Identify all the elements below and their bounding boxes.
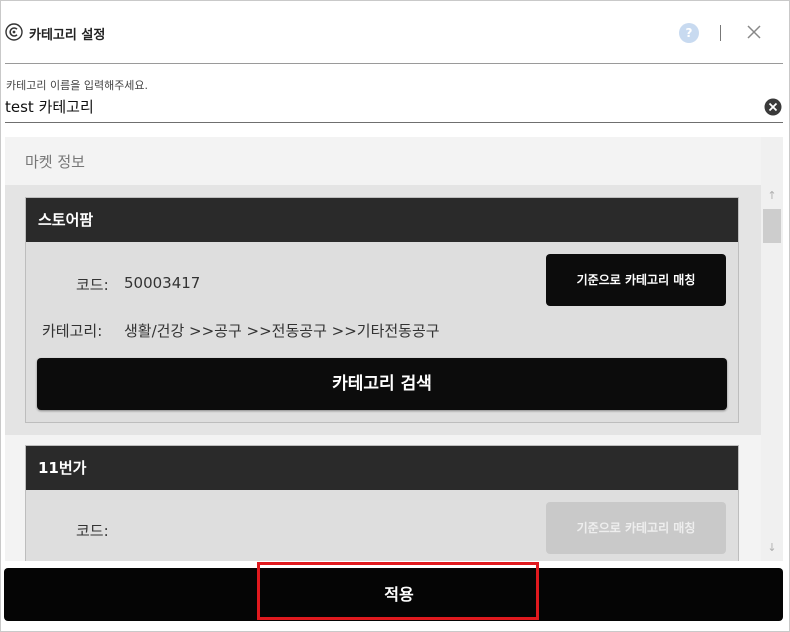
title-bar: 카테고리 설정 ? [1, 1, 789, 63]
category-settings-window: 카테고리 설정 ? 카테고리 이름을 입력해주세요. 마켓 정보 스토어팜 코드… [0, 0, 790, 632]
input-underline [5, 122, 783, 123]
help-icon[interactable]: ? [679, 23, 699, 43]
scroll-down-arrow-icon[interactable]: ↓ [765, 541, 779, 555]
panel-scrollbar[interactable]: ↑ ↓ [761, 137, 783, 561]
category-search-button[interactable]: 카테고리 검색 [37, 358, 727, 410]
code-label: 코드: [76, 522, 109, 540]
market-header: 스토어팜 [26, 198, 738, 242]
category-name-input[interactable] [5, 95, 757, 117]
section-title: 마켓 정보 [25, 153, 85, 171]
window-title: 카테고리 설정 [29, 28, 106, 43]
apply-button[interactable]: 적용 [259, 568, 539, 621]
market-card-storefarm: 스토어팜 코드: 50003417 기준으로 카테고리 매칭 카테고리: 생활/… [25, 197, 739, 423]
app-logo-icon [5, 23, 23, 41]
title-divider [5, 63, 783, 64]
category-name-label: 카테고리 이름을 입력해주세요. [6, 79, 149, 92]
close-icon[interactable] [743, 21, 765, 43]
market-card-11st: 11번가 코드: 기준으로 카테고리 매칭 [25, 445, 739, 561]
market-header: 11번가 [26, 446, 738, 490]
category-label: 카테고리: [42, 322, 103, 340]
title-separator [720, 25, 721, 41]
market-info-panel: 마켓 정보 스토어팜 코드: 50003417 기준으로 카테고리 매칭 카테고… [5, 137, 761, 561]
match-category-button[interactable]: 기준으로 카테고리 매칭 [546, 254, 726, 306]
clear-input-icon[interactable] [764, 98, 782, 116]
category-path: 생활/건강 >>공구 >>전동공구 >>기타전동공구 [124, 322, 440, 340]
scroll-up-arrow-icon[interactable]: ↑ [765, 189, 779, 203]
match-category-button[interactable]: 기준으로 카테고리 매칭 [546, 502, 726, 554]
code-value: 50003417 [124, 274, 201, 292]
apply-bar: 적용 [4, 568, 783, 621]
scroll-thumb[interactable] [763, 209, 781, 243]
code-label: 코드: [76, 276, 109, 294]
